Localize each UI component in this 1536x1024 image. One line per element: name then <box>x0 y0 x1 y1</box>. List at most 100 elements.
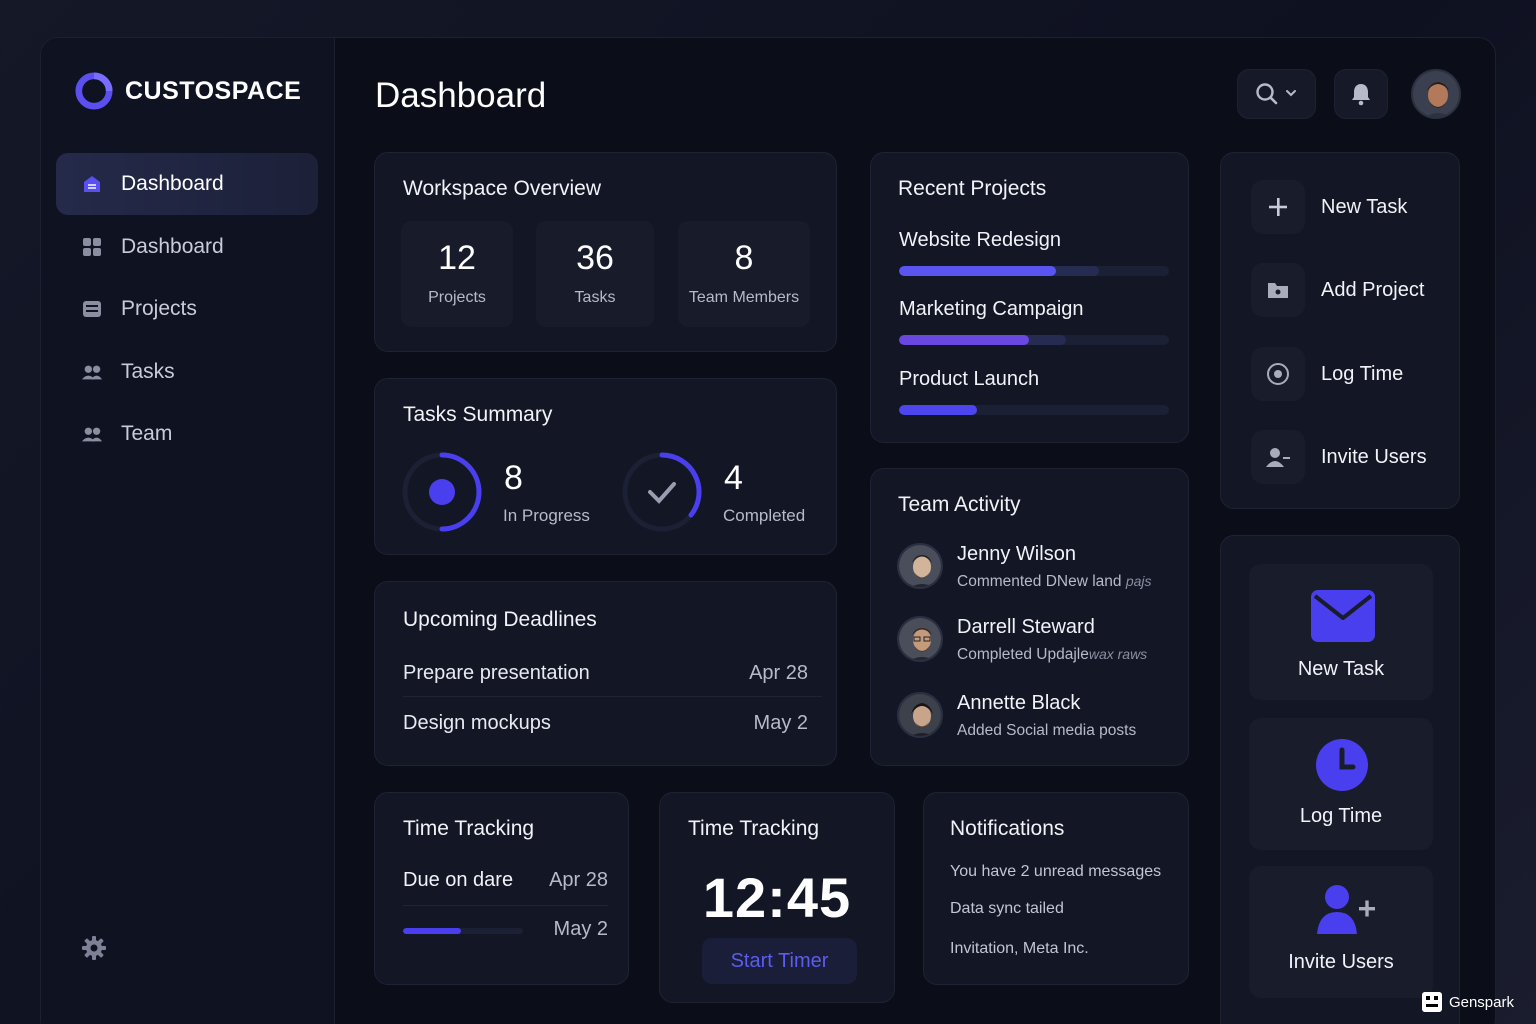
time-entry-date: May 2 <box>553 918 608 940</box>
project-name[interactable]: Website Redesign <box>899 229 1061 252</box>
users-icon <box>81 361 103 383</box>
home-icon <box>81 173 103 195</box>
list-item[interactable]: Prepare presentation Apr 28 <box>403 648 808 698</box>
search-button[interactable] <box>1237 69 1316 119</box>
in-progress-ring-icon <box>402 452 482 532</box>
time-tracking-card: Time Tracking Due on dare Apr 28 May 2 <box>374 792 629 985</box>
completed-count: 4 <box>724 459 743 497</box>
sidebar: CUSTOSPACE Dashboard Dashboard Projects <box>41 38 335 1024</box>
avatar <box>897 692 943 738</box>
invite-users-tile[interactable]: Invite Users <box>1249 866 1433 998</box>
sidebar-item-tasks[interactable]: Tasks <box>56 341 318 403</box>
mail-icon <box>1311 590 1375 642</box>
sidebar-item-dashboard[interactable]: Dashboard <box>56 153 318 215</box>
activity-user: Jenny Wilson <box>957 543 1076 565</box>
search-icon <box>1255 83 1296 105</box>
upcoming-deadlines-card: Upcoming Deadlines Prepare presentation … <box>374 581 837 766</box>
time-progress-bar <box>403 928 523 934</box>
project-progress-bar <box>899 405 1169 415</box>
clock-icon <box>1316 739 1368 791</box>
time-entry-label: Due on dare <box>403 869 514 891</box>
project-progress-fill <box>899 405 978 415</box>
user-add-icon <box>1317 885 1375 934</box>
bell-icon <box>1352 84 1370 106</box>
grid-icon <box>81 236 103 258</box>
watermark: Genspark <box>1421 992 1514 1012</box>
genspark-logo-icon <box>1421 992 1442 1012</box>
log-time-tile[interactable]: Log Time <box>1249 718 1433 850</box>
tasks-summary-card: Tasks Summary 8 In Progress 4 Completed <box>374 378 837 555</box>
list-item[interactable]: Jenny Wilson Commented DNew land pajs <box>897 543 1168 603</box>
invite-users-action[interactable]: Invite Users <box>1251 429 1427 485</box>
tile-label: Log Time <box>1299 805 1383 827</box>
list-item[interactable]: Design mockups May 2 <box>403 698 808 748</box>
activity-user: Annette Black <box>957 692 1081 714</box>
action-label: Log Time <box>1321 362 1404 385</box>
project-name[interactable]: Product Launch <box>899 368 1039 391</box>
stat-projects[interactable]: 12 Projects <box>401 221 513 327</box>
list-item[interactable]: Darrell Steward Completed Updajlewax raw… <box>897 616 1168 676</box>
notifications-button[interactable] <box>1334 69 1388 119</box>
action-label: Invite Users <box>1321 445 1427 468</box>
avatar <box>897 616 943 662</box>
stat-value: 36 <box>576 239 614 277</box>
list-item[interactable]: Annette Black Added Social media posts <box>897 692 1168 752</box>
start-timer-button[interactable]: Start Timer <box>702 938 857 984</box>
logo[interactable]: CUSTOSPACE <box>75 72 301 110</box>
card-title: Workspace Overview <box>403 177 602 200</box>
quick-actions-card: New Task Add Project Log Time Invite Use… <box>1220 152 1460 509</box>
project-progress-bar <box>899 335 1169 345</box>
avatar[interactable] <box>1411 69 1461 119</box>
user-photo-icon <box>899 545 941 587</box>
user-add-icon <box>1251 430 1305 484</box>
plus-icon <box>1251 180 1305 234</box>
sidebar-item-label: Projects <box>121 297 197 320</box>
time-entry-date: Apr 28 <box>549 869 608 891</box>
notification-item[interactable]: Data sync tailed <box>950 900 1064 918</box>
time-progress-fill <box>403 928 461 934</box>
stat-label: Projects <box>428 289 486 306</box>
stat-team-members[interactable]: 8 Team Members <box>678 221 810 327</box>
stat-value: 12 <box>438 239 476 277</box>
completed-ring-icon <box>622 452 702 532</box>
add-project-action[interactable]: Add Project <box>1251 262 1424 318</box>
sidebar-item-label: Dashboard <box>121 172 224 195</box>
stat-label: Team Members <box>688 289 800 306</box>
activity-description: Commented DNew land pajs <box>957 573 1152 590</box>
deadline-name: Prepare presentation <box>403 661 590 684</box>
sidebar-item-team[interactable]: Team <box>56 403 318 465</box>
stat-tasks[interactable]: 36 Tasks <box>536 221 654 327</box>
recent-projects-card: Recent Projects Website Redesign Marketi… <box>870 152 1189 443</box>
completed-label: Completed <box>723 506 806 525</box>
sidebar-item-projects[interactable]: Projects <box>56 278 318 340</box>
sidebar-item-label: Dashboard <box>121 234 224 258</box>
card-title: Tasks Summary <box>403 403 553 426</box>
action-label: New Task <box>1321 195 1408 218</box>
timer-card: Time Tracking 12:45 Start Timer <box>659 792 895 1003</box>
sidebar-item-dashboard-2[interactable]: Dashboard <box>56 216 318 278</box>
watermark-text: Genspark <box>1448 993 1514 1011</box>
activity-description: Added Social media posts <box>957 722 1137 739</box>
notifications-card: Notifications You have 2 unread messages… <box>923 792 1189 985</box>
new-task-action[interactable]: New Task <box>1251 179 1407 235</box>
folder-icon <box>1251 263 1305 317</box>
new-task-tile[interactable]: New Task <box>1249 564 1433 700</box>
user-photo-icon <box>899 694 941 736</box>
quick-tiles-card: New Task Log Time Invite Users <box>1220 535 1460 1024</box>
notification-item[interactable]: You have 2 unread messages <box>950 863 1161 881</box>
user-photo-icon <box>899 618 941 660</box>
deadline-date: Apr 28 <box>749 661 808 684</box>
gear-icon[interactable] <box>81 935 107 961</box>
divider <box>403 696 822 697</box>
in-progress-count: 8 <box>504 459 523 497</box>
list-icon <box>81 298 103 320</box>
card-title: Time Tracking <box>403 817 535 840</box>
deadline-date: May 2 <box>753 711 808 734</box>
card-title: Team Activity <box>898 493 1021 516</box>
notification-item[interactable]: Invitation, Meta Inc. <box>950 940 1089 958</box>
users-icon <box>81 423 103 445</box>
log-time-action[interactable]: Log Time <box>1251 346 1403 402</box>
sidebar-nav: Dashboard Dashboard Projects Tasks Team <box>56 153 318 466</box>
project-name[interactable]: Marketing Campaign <box>899 298 1084 321</box>
app-window: CUSTOSPACE Dashboard Dashboard Projects <box>40 37 1496 1024</box>
